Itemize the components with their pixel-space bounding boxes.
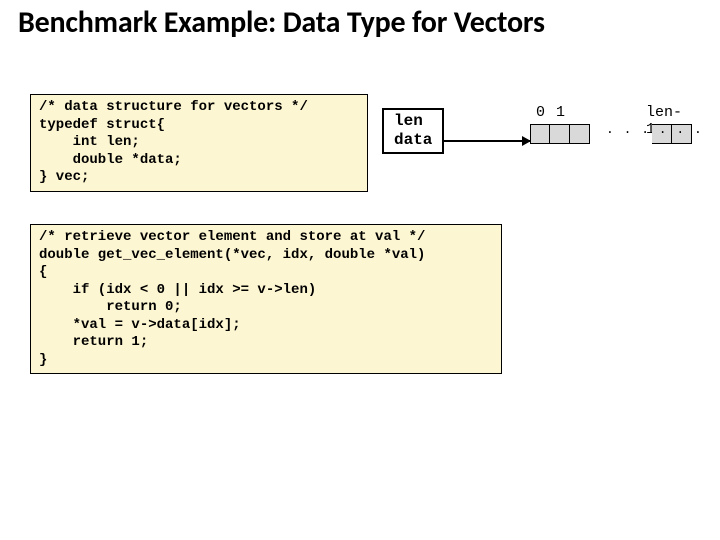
array-cell [550, 124, 570, 144]
code-block-getelement: /* retrieve vector element and store at … [30, 224, 502, 374]
array-cell [570, 124, 590, 144]
pointer-arrow [444, 140, 530, 142]
code-block-struct: /* data structure for vectors */ typedef… [30, 94, 368, 192]
struct-fields-box: len data [382, 108, 444, 154]
field-len: len [394, 112, 432, 131]
field-data: data [394, 131, 432, 150]
index-0: 0 [536, 104, 545, 121]
vector-diagram: len data 0 1 len-1 . . . . . . [382, 100, 712, 180]
index-1: 1 [556, 104, 565, 121]
ellipsis-dots: . . . . . . [606, 122, 703, 137]
array-cell [530, 124, 550, 144]
slide-title: Benchmark Example: Data Type for Vectors [0, 0, 720, 39]
